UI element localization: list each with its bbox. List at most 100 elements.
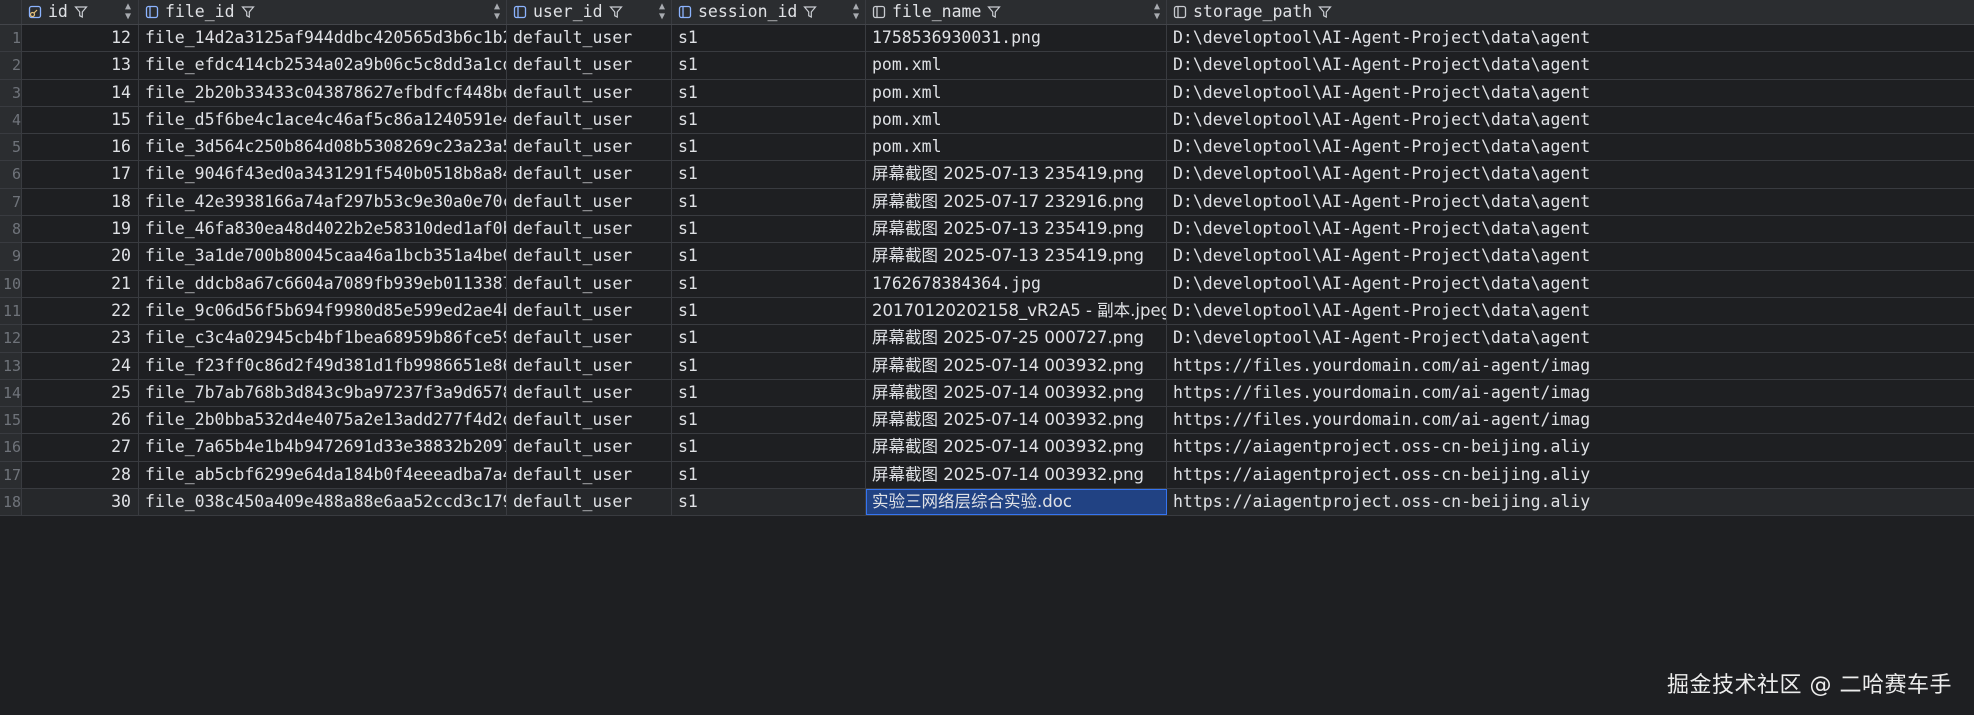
column-header-session-id[interactable]: session_id ▲ ▼ (672, 0, 866, 24)
row-number[interactable]: 12 (0, 325, 22, 352)
table-row[interactable]: 14 25 file_7b7ab768b3d843c9ba97237f3a9d657… (0, 379, 1974, 408)
table-row[interactable]: 3 14 file_2b20b33433c043878627efbdfcf448be… (0, 79, 1974, 107)
cell-file-id[interactable]: file_46fa830ea48d4022b2e58310ded1af0b (139, 216, 507, 243)
column-header-storage-path[interactable]: storage_path (1167, 0, 1974, 24)
cell-session-id[interactable]: s1 (672, 52, 866, 79)
cell-id[interactable]: 16 (22, 134, 139, 161)
cell-user-id[interactable]: default_user (507, 216, 672, 243)
row-number[interactable]: 5 (0, 134, 22, 161)
cell-user-id[interactable]: default_user (507, 79, 672, 106)
row-number[interactable]: 13 (0, 352, 22, 379)
cell-storage-path[interactable]: https://aiagentproject.oss-cn-beijing.al… (1167, 434, 1974, 460)
sort-icon[interactable]: ▲ ▼ (494, 2, 500, 22)
cell-id[interactable]: 22 (22, 297, 139, 325)
cell-file-id[interactable]: file_f23ff0c86d2f49d381d1fb9986651e86 (139, 352, 507, 379)
cell-file-id[interactable]: file_038c450a409e488a88e6aa52ccd3c179 (139, 489, 507, 516)
cell-storage-path[interactable]: D:\developtool\AI-Agent-Project\data\age… (1167, 216, 1974, 242)
cell-id[interactable]: 21 (22, 270, 139, 297)
cell-session-id[interactable]: s1 (672, 325, 866, 352)
cell-storage-path[interactable]: https://files.yourdomain.com/ai-agent/im… (1167, 353, 1974, 379)
cell-session-id[interactable]: s1 (672, 161, 866, 188)
cell-file-name[interactable]: 屏幕截图 2025-07-17 232916.png (866, 188, 1167, 216)
cell-storage-path[interactable]: D:\developtool\AI-Agent-Project\data\age… (1167, 298, 1974, 324)
cell-user-id[interactable]: default_user (507, 434, 672, 461)
cell-storage-path[interactable]: D:\developtool\AI-Agent-Project\data\age… (1167, 52, 1974, 78)
cell-file-id[interactable]: file_14d2a3125af944ddbc420565d3b6c1b2 (139, 25, 507, 52)
table-row[interactable]: 4 15 file_d5f6be4c1ace4c46af5c86a1240591e4… (0, 106, 1974, 135)
cell-id[interactable]: 30 (22, 489, 139, 516)
cell-storage-path[interactable]: D:\developtool\AI-Agent-Project\data\age… (1167, 107, 1974, 133)
cell-storage-path[interactable]: D:\developtool\AI-Agent-Project\data\age… (1167, 271, 1974, 297)
cell-file-id[interactable]: file_ab5cbf6299e64da184b0f4eeeadba7a4 (139, 461, 507, 489)
row-number[interactable]: 3 (0, 79, 22, 106)
cell-user-id[interactable]: default_user (507, 489, 672, 516)
sort-icon[interactable]: ▲ ▼ (1154, 2, 1160, 22)
table-row[interactable]: 15 26 file_2b0bba532d4e4075a2e13add277f4d2… (0, 407, 1974, 435)
cell-user-id[interactable]: default_user (507, 379, 672, 407)
cell-file-name[interactable]: 屏幕截图 2025-07-13 235419.png (866, 216, 1167, 243)
cell-storage-path[interactable]: D:\developtool\AI-Agent-Project\data\age… (1167, 161, 1974, 187)
cell-storage-path[interactable]: D:\developtool\AI-Agent-Project\data\age… (1167, 189, 1974, 215)
cell-file-name[interactable]: 1758536930031.png (866, 25, 1167, 52)
cell-user-id[interactable]: default_user (507, 106, 672, 134)
cell-session-id[interactable]: s1 (672, 188, 866, 216)
cell-user-id[interactable]: default_user (507, 352, 672, 379)
row-number[interactable]: 1 (0, 25, 22, 52)
cell-session-id[interactable]: s1 (672, 297, 866, 325)
cell-id[interactable]: 14 (22, 79, 139, 106)
row-number[interactable]: 4 (0, 106, 22, 134)
cell-user-id[interactable]: default_user (507, 325, 672, 352)
cell-id[interactable]: 26 (22, 407, 139, 434)
cell-file-id[interactable]: file_3d564c250b864d08b5308269c23a23a5 (139, 134, 507, 161)
table-row[interactable]: 11 22 file_9c06d56f5b694f9980d85e599ed2ae4… (0, 297, 1974, 326)
column-header-id[interactable]: id ▲ ▼ (22, 0, 139, 24)
cell-id[interactable]: 20 (22, 243, 139, 270)
filter-icon[interactable] (987, 5, 1002, 19)
cell-file-name[interactable]: 屏幕截图 2025-07-13 235419.png (866, 161, 1167, 188)
table-row[interactable]: 13 24 file_f23ff0c86d2f49d381d1fb9986651e8… (0, 352, 1974, 380)
row-number[interactable]: 2 (0, 52, 22, 79)
cell-file-name[interactable]: 1762678384364.jpg (866, 270, 1167, 297)
cell-file-id[interactable]: file_9c06d56f5b694f9980d85e599ed2ae4b (139, 297, 507, 325)
cell-user-id[interactable]: default_user (507, 52, 672, 79)
table-row[interactable]: 1 12 file_14d2a3125af944ddbc420565d3b6c1b2… (0, 25, 1974, 53)
cell-file-name[interactable]: 屏幕截图 2025-07-25 000727.png (866, 325, 1167, 352)
cell-user-id[interactable]: default_user (507, 461, 672, 489)
cell-storage-path[interactable]: https://aiagentproject.oss-cn-beijing.al… (1167, 489, 1974, 515)
filter-icon[interactable] (803, 5, 818, 19)
filter-icon[interactable] (240, 5, 255, 19)
cell-file-name[interactable]: pom.xml (866, 134, 1167, 161)
filter-icon[interactable] (74, 5, 88, 19)
cell-session-id[interactable]: s1 (672, 25, 866, 52)
table-row[interactable]: 10 21 file_ddcb8a67c6604a7089fb939eb011338… (0, 270, 1974, 298)
column-header-user-id[interactable]: user_id ▲ ▼ (507, 0, 672, 24)
cell-storage-path[interactable]: D:\developtool\AI-Agent-Project\data\age… (1167, 325, 1974, 351)
cell-file-id[interactable]: file_7a65b4e1b4b9472691d33e38832b2097 (139, 434, 507, 461)
cell-id[interactable]: 13 (22, 52, 139, 79)
table-row[interactable]: 18 30 file_038c450a409e488a88e6aa52ccd3c17… (0, 489, 1974, 517)
row-number-header[interactable] (0, 0, 22, 24)
cell-user-id[interactable]: default_user (507, 270, 672, 297)
sort-icon[interactable]: ▲ ▼ (659, 2, 665, 22)
cell-storage-path[interactable]: https://files.yourdomain.com/ai-agent/im… (1167, 407, 1974, 433)
cell-file-id[interactable]: file_efdc414cb2534a02a9b06c5c8dd3a1cd (139, 52, 507, 79)
cell-file-name[interactable]: 实验三网络层综合实验.doc (866, 489, 1167, 516)
table-row[interactable]: 2 13 file_efdc414cb2534a02a9b06c5c8dd3a1cd… (0, 52, 1974, 80)
table-row[interactable]: 12 23 file_c3c4a02945cb4bf1bea68959b86fce5… (0, 325, 1974, 353)
cell-file-name[interactable]: pom.xml (866, 79, 1167, 106)
cell-session-id[interactable]: s1 (672, 79, 866, 106)
cell-storage-path[interactable]: D:\developtool\AI-Agent-Project\data\age… (1167, 25, 1974, 51)
cell-storage-path[interactable]: D:\developtool\AI-Agent-Project\data\age… (1167, 80, 1974, 106)
cell-user-id[interactable]: default_user (507, 161, 672, 188)
cell-file-id[interactable]: file_9046f43ed0a3431291f540b0518b8a84 (139, 161, 507, 188)
row-number[interactable]: 14 (0, 379, 22, 407)
row-number[interactable]: 16 (0, 434, 22, 461)
cell-user-id[interactable]: default_user (507, 297, 672, 325)
cell-user-id[interactable]: default_user (507, 243, 672, 270)
row-number[interactable]: 7 (0, 188, 22, 216)
cell-file-id[interactable]: file_d5f6be4c1ace4c46af5c86a1240591e4 (139, 106, 507, 134)
table-row[interactable]: 6 17 file_9046f43ed0a3431291f540b0518b8a84… (0, 161, 1974, 189)
cell-session-id[interactable]: s1 (672, 407, 866, 434)
table-row[interactable]: 16 27 file_7a65b4e1b4b9472691d33e38832b209… (0, 434, 1974, 462)
table-row[interactable]: 9 20 file_3a1de700b80045caa46a1bcb351a4be0… (0, 243, 1974, 271)
